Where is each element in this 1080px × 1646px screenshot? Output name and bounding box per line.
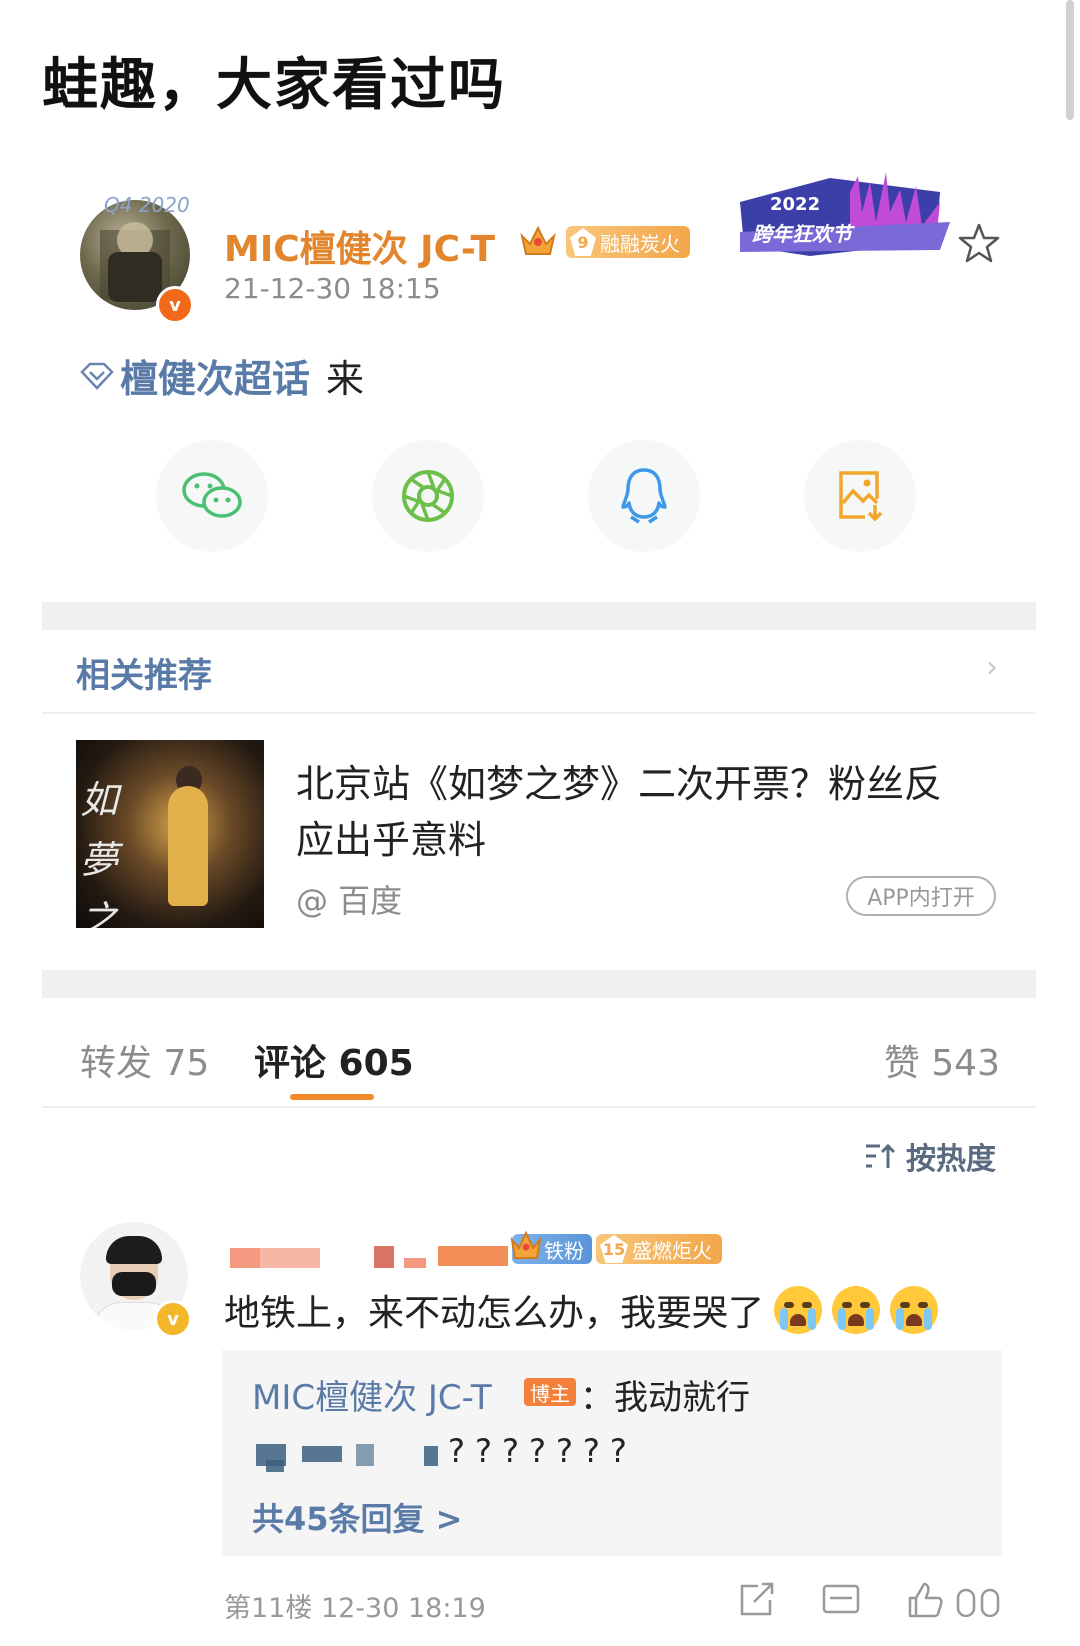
comment-text: 地铁上，来不动怎么办，我要哭了 bbox=[224, 1293, 765, 1334]
share-wechat-button[interactable] bbox=[156, 440, 268, 552]
crying-emoji-icon bbox=[832, 1286, 881, 1334]
verified-badge: v bbox=[156, 286, 194, 324]
save-image-button[interactable] bbox=[804, 440, 916, 552]
save-image-icon bbox=[839, 471, 883, 522]
author-name[interactable]: MIC檀健次 JC-T bbox=[224, 220, 495, 272]
post-time: 21-12-30 18:15 bbox=[224, 272, 441, 305]
divider bbox=[42, 712, 1036, 714]
fan-badge[interactable]: 15 盛燃炬火 bbox=[596, 1234, 722, 1264]
like-thumb-icon[interactable] bbox=[904, 1580, 946, 1620]
post-content: 来 bbox=[326, 357, 365, 401]
reply-author[interactable]: MIC檀健次 JC-T bbox=[252, 1370, 492, 1419]
tab-comment[interactable]: 评论 605 bbox=[254, 1034, 414, 1086]
floor-and-time: 第11楼 12-30 18:19 bbox=[224, 1593, 486, 1624]
commenter-name-blurred[interactable] bbox=[224, 1244, 514, 1268]
reply2-text: ??????? bbox=[448, 1432, 637, 1470]
comment-icon[interactable] bbox=[820, 1580, 862, 1620]
chevron-right-icon[interactable]: › bbox=[986, 650, 998, 685]
favorite-star-icon[interactable] bbox=[958, 222, 1000, 264]
reply-text: ：我动就行 bbox=[580, 1378, 750, 1418]
crying-emoji-icon bbox=[774, 1286, 823, 1334]
topic-link[interactable]: 檀健次超话 bbox=[120, 348, 310, 403]
section-gap bbox=[42, 970, 1036, 998]
section-gap bbox=[42, 602, 1036, 630]
share-qq-button[interactable] bbox=[588, 440, 700, 552]
recommend-thumbnail[interactable]: 如夢之夢 bbox=[76, 740, 264, 928]
fan-badge[interactable]: 9 融融炭火 bbox=[566, 226, 690, 258]
active-tab-indicator bbox=[290, 1094, 374, 1100]
event-banner[interactable]: 2022 跨年狂欢节 bbox=[740, 172, 950, 264]
event-year: 2022 bbox=[770, 194, 821, 215]
verified-badge: v bbox=[154, 1300, 192, 1338]
crown-icon bbox=[510, 1230, 542, 1259]
fan-badge-label: 融融炭火 bbox=[600, 231, 680, 256]
super-topic-icon bbox=[80, 362, 114, 390]
sort-by-hot-button[interactable]: 按热度 bbox=[864, 1134, 996, 1178]
more-options-icon[interactable] bbox=[952, 1580, 1008, 1620]
more-replies-link[interactable]: 共45条回复 > bbox=[252, 1494, 463, 1540]
sort-icon bbox=[866, 1143, 896, 1168]
scrollbar[interactable] bbox=[1066, 0, 1074, 120]
fan-badge-label: 盛燃炬火 bbox=[632, 1238, 712, 1263]
blogger-tag: 博主 bbox=[524, 1378, 576, 1406]
topic-line: 檀健次超话 来 bbox=[80, 348, 364, 403]
share-icon[interactable] bbox=[736, 1580, 778, 1620]
fan-level: 9 bbox=[570, 228, 596, 256]
thumbnail-figure bbox=[168, 786, 208, 906]
reply2-author-blurred[interactable] bbox=[252, 1434, 442, 1472]
fan-level: 15 bbox=[600, 1235, 628, 1263]
moments-icon bbox=[402, 470, 454, 522]
post-caption: 蛙趣，大家看过吗 bbox=[42, 53, 506, 118]
share-moments-button[interactable] bbox=[372, 440, 484, 552]
crying-emoji-icon bbox=[890, 1286, 939, 1334]
tab-repost[interactable]: 转发 75 bbox=[80, 1034, 209, 1086]
divider bbox=[42, 1106, 1036, 1108]
related-title: 相关推荐 bbox=[76, 656, 212, 696]
sort-label: 按热度 bbox=[906, 1142, 996, 1177]
open-in-app-button[interactable]: APP内打开 bbox=[846, 876, 996, 916]
thumbnail-calligraphy: 如夢之夢 bbox=[80, 778, 119, 928]
avatar-decoration: Q4 2020 bbox=[104, 193, 190, 217]
event-text: 跨年狂欢节 bbox=[752, 222, 852, 246]
qq-icon bbox=[621, 468, 667, 524]
recommend-source: @ 百度 bbox=[296, 882, 403, 920]
wechat-icon bbox=[182, 472, 242, 518]
recommend-headline[interactable]: 北京站《如梦之梦》二次开票？粉丝反应出乎意料 bbox=[296, 756, 976, 868]
crown-icon bbox=[520, 225, 556, 255]
tab-like[interactable]: 赞 543 bbox=[884, 1034, 1000, 1086]
iron-fan-badge[interactable]: 铁粉 bbox=[510, 1230, 592, 1264]
iron-fan-label: 铁粉 bbox=[544, 1238, 584, 1263]
comment-row: 地铁上，来不动怎么办，我要哭了 bbox=[224, 1284, 939, 1336]
